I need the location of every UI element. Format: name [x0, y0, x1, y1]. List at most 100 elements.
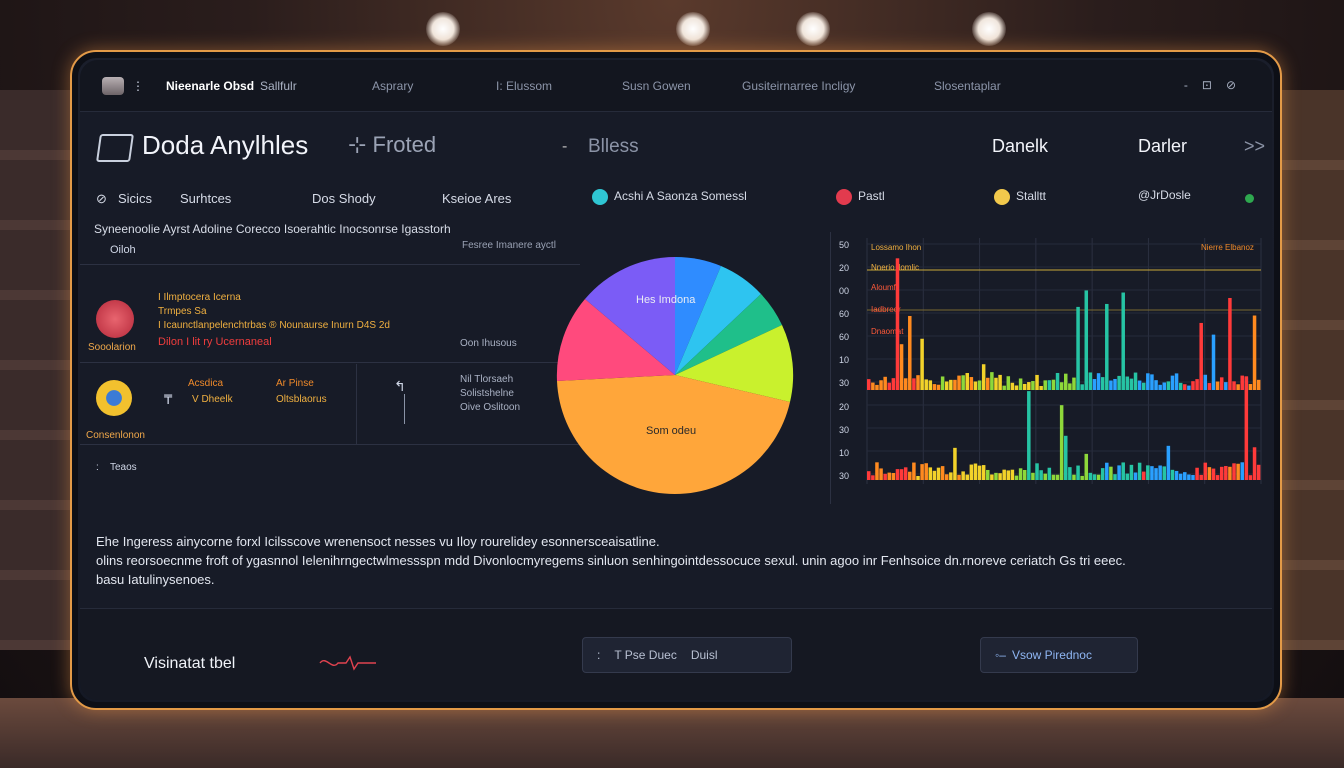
minimize-button[interactable]: - — [1184, 78, 1188, 92]
arrow-icon: ↰ — [394, 378, 406, 394]
filter-item-3[interactable]: Dos Shody — [312, 191, 376, 206]
bar — [895, 469, 900, 480]
bar — [1133, 472, 1138, 480]
window-titlebar: ⋮ Nieenarle Obsd Sallfulr Asprary I: Elu… — [80, 60, 1272, 112]
y-tick-label: 10 — [839, 355, 849, 365]
bar — [1158, 384, 1162, 390]
view-report-button[interactable]: ◦– Vsow Pirednoc — [980, 637, 1138, 673]
badge-2[interactable]: Pastl — [836, 188, 885, 205]
bar — [1174, 373, 1179, 390]
bar — [1022, 469, 1027, 480]
bar — [1002, 469, 1006, 480]
filter-item-2[interactable]: Surhtces — [180, 191, 231, 206]
legend-label: Lossamo Ihon — [871, 243, 921, 252]
tab-2[interactable]: I: Elussom — [496, 79, 552, 93]
card2-info-3: Oive Oslitoon — [460, 402, 521, 413]
brand-name: Nieenarle Obsd — [166, 78, 255, 93]
close-button[interactable]: ⊘ — [1226, 78, 1236, 92]
monitor-frame: ⋮ Nieenarle Obsd Sallfulr Asprary I: Elu… — [70, 50, 1282, 710]
tab-5[interactable]: Slosentaplar — [934, 79, 1001, 93]
filter-icon[interactable]: ⊘ — [96, 191, 107, 207]
bar — [1022, 383, 1027, 390]
bar — [1199, 322, 1203, 390]
bar — [986, 469, 990, 480]
bar — [1088, 372, 1093, 390]
bar — [1035, 463, 1039, 480]
bar — [965, 373, 970, 390]
bar — [1096, 474, 1101, 480]
filter-dropdown-button[interactable]: : T Pse Duec Duisl — [582, 637, 792, 673]
divider — [356, 364, 357, 444]
card1-line3: I Icaunctlanpelenchtrbas ® Nounaurse Inu… — [158, 320, 390, 331]
header-link-1[interactable]: Danelk — [992, 136, 1048, 157]
bar — [1236, 384, 1240, 390]
badge-3[interactable]: Stalltt — [994, 188, 1046, 205]
bar — [1219, 377, 1224, 390]
bar — [1084, 290, 1089, 390]
page-subtitle: ⊹ Froted — [348, 132, 437, 157]
bar — [912, 462, 916, 480]
bar — [1109, 466, 1113, 480]
y-tick-label: 30 — [839, 378, 849, 388]
card2-symbol: ₸ — [164, 392, 173, 407]
menu-dots-icon[interactable]: ⋮ — [132, 79, 144, 93]
bar — [1178, 382, 1183, 390]
bar — [932, 384, 937, 390]
bar — [1256, 464, 1261, 480]
bar — [891, 378, 896, 390]
header-middle-label[interactable]: Blless — [588, 136, 639, 158]
bar — [940, 376, 945, 390]
bar — [1055, 474, 1060, 480]
bar — [981, 465, 986, 480]
panel-subheading: Oiloh — [110, 244, 136, 256]
bar — [1109, 380, 1113, 390]
bar — [883, 473, 887, 480]
header-link-2[interactable]: Darler — [1138, 136, 1187, 157]
bar — [1043, 380, 1047, 390]
filter-item-1[interactable]: Sicics — [118, 191, 152, 206]
filter-item-4[interactable]: Kseioe Ares — [442, 191, 511, 206]
maximize-button[interactable]: ⊡ — [1202, 78, 1212, 92]
bar — [977, 465, 982, 480]
bar — [928, 467, 933, 480]
background-shelf-left — [0, 90, 70, 650]
bar — [908, 315, 912, 390]
bar — [1068, 383, 1072, 390]
bar — [1183, 384, 1187, 390]
separator-dot: - — [562, 138, 568, 155]
bar — [969, 377, 974, 390]
button-label: Vsow Pirednoc — [1011, 648, 1092, 662]
analytics-logo-icon — [96, 134, 134, 162]
bar — [1039, 385, 1043, 390]
panel-note: Fesree Imanere ayctl — [462, 240, 556, 251]
tab-1[interactable]: Asprary — [372, 79, 413, 93]
bar — [1051, 474, 1056, 480]
teal-circle-icon — [592, 188, 608, 205]
ceiling-lamp — [796, 12, 830, 46]
bar — [1183, 472, 1187, 480]
bar — [1141, 382, 1146, 390]
bar — [1031, 472, 1035, 480]
bar — [1211, 334, 1216, 390]
bar-chart-svg: 50 20 00 60 60 10 30 20 30 10 30 Lossamo Ihon Nnerio… — [839, 238, 1262, 484]
bar — [1256, 379, 1261, 390]
divider — [80, 264, 580, 265]
bar — [1215, 475, 1220, 480]
badge-4[interactable]: @JrDosle — [1138, 188, 1191, 202]
bar — [1187, 385, 1191, 390]
bar — [875, 384, 879, 390]
bar — [1121, 462, 1125, 480]
bar — [1170, 469, 1175, 480]
footer-item[interactable]: Teaos — [110, 462, 137, 473]
bar — [1096, 373, 1101, 390]
card2-info-2: Solistshelne — [460, 388, 514, 399]
bar — [1064, 373, 1068, 390]
bar — [1035, 374, 1039, 390]
bar — [1105, 462, 1109, 480]
bar — [899, 469, 904, 480]
tab-4[interactable]: Gusiteirnarree Incligy — [742, 79, 855, 93]
badge-1[interactable]: Acshi A Saonza Somessl — [592, 188, 747, 205]
tab-3[interactable]: Susn Gowen — [622, 79, 691, 93]
chevron-right-icon[interactable]: >> — [1244, 136, 1265, 157]
card1-caption: Sooolarion — [88, 342, 136, 353]
